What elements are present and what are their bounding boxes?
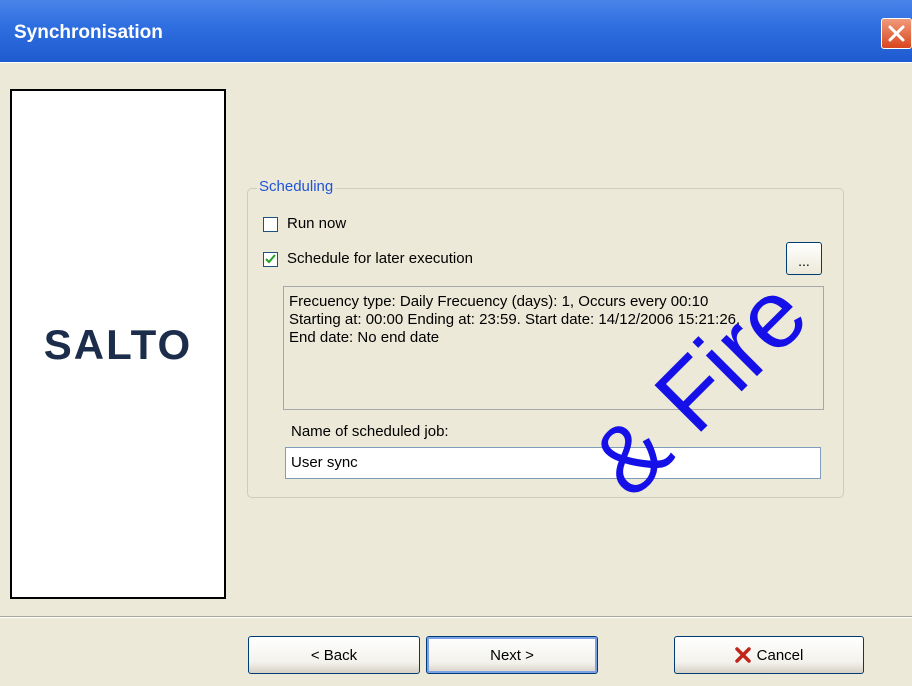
close-button[interactable]	[881, 18, 912, 49]
salto-logo: SALTO	[43, 321, 193, 368]
cancel-button[interactable]: Cancel	[674, 636, 864, 674]
schedule-later-checkbox[interactable]	[263, 252, 278, 267]
schedule-summary-box: Frecuency type: Daily Frecuency (days): …	[283, 286, 824, 410]
title-bar: Synchronisation	[0, 0, 912, 62]
run-now-checkbox[interactable]	[263, 217, 278, 232]
back-button[interactable]: < Back	[248, 636, 420, 674]
schedule-summary-line: Starting at: 00:00 Ending at: 23:59. Sta…	[289, 311, 741, 328]
schedule-summary-line: End date: No end date	[289, 329, 440, 346]
job-name-input[interactable]: User sync	[285, 447, 821, 479]
cancel-icon	[734, 647, 751, 663]
schedule-settings-button[interactable]: ...	[786, 242, 822, 275]
scheduling-group-label: Scheduling	[257, 178, 336, 195]
next-button-label: Next >	[490, 646, 534, 664]
logo-panel: SALTO	[10, 89, 226, 599]
titlebar-divider	[0, 62, 912, 63]
back-button-label: < Back	[310, 646, 358, 664]
checkmark-icon	[265, 254, 276, 264]
close-icon	[888, 25, 905, 42]
run-now-label[interactable]: Run now	[287, 215, 346, 232]
job-name-label: Name of scheduled job:	[291, 423, 449, 440]
next-button[interactable]: Next >	[426, 636, 598, 674]
cancel-button-label: Cancel	[756, 646, 804, 664]
schedule-later-label[interactable]: Schedule for later execution	[287, 250, 473, 267]
footer-separator	[0, 616, 912, 618]
schedule-summary-line: Frecuency type: Daily Frecuency (days): …	[289, 293, 709, 310]
window-title: Synchronisation	[14, 22, 163, 43]
